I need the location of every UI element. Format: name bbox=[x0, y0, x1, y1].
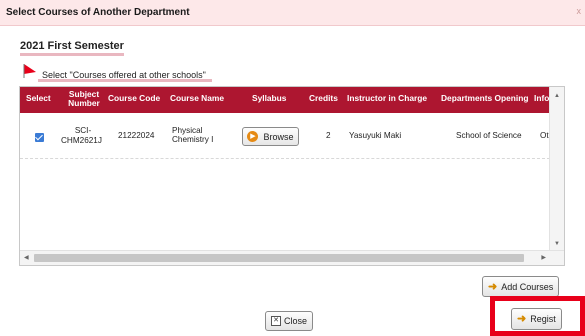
semester-underline-decoration bbox=[20, 53, 124, 56]
department-cell: School of Science bbox=[456, 131, 522, 140]
header-course-name: Course Name bbox=[170, 93, 224, 103]
scroll-down-arrow-icon[interactable]: ▼ bbox=[554, 241, 560, 247]
subject-number-line2: CHM2621J bbox=[61, 136, 102, 145]
semester-heading: 2021 First Semester bbox=[20, 40, 124, 52]
course-name-line2: Chemistry I bbox=[172, 135, 214, 144]
dialog-titlebar: Select Courses of Another Department x bbox=[0, 0, 585, 26]
credits-cell: 2 bbox=[326, 131, 331, 140]
header-credits: Credits bbox=[309, 93, 338, 103]
scroll-left-arrow-icon[interactable]: ◀ bbox=[24, 254, 29, 261]
close-button[interactable]: ✕ Close bbox=[265, 311, 314, 331]
scroll-right-arrow-icon[interactable]: ▶ bbox=[541, 254, 546, 261]
chevron-right-icon: ▶ bbox=[247, 131, 259, 142]
instruction-marker-icon bbox=[23, 64, 36, 78]
dialog-title: Select Courses of Another Department bbox=[6, 7, 190, 18]
vertical-scrollbar[interactable]: ▲ ▼ bbox=[549, 87, 564, 251]
instruction-underline-decoration bbox=[38, 79, 212, 82]
dialog-close-icon[interactable]: x bbox=[577, 6, 582, 16]
close-box-icon: ✕ bbox=[271, 316, 281, 326]
browse-label: Browse bbox=[263, 131, 294, 142]
courses-table: Select Subject Number Course Code Course… bbox=[19, 86, 565, 266]
scroll-up-arrow-icon[interactable]: ▲ bbox=[554, 93, 560, 99]
instruction-line: Select "Courses offered at other schools… bbox=[22, 62, 206, 80]
course-code-cell: 21222024 bbox=[118, 131, 155, 140]
select-checkbox[interactable] bbox=[35, 133, 44, 142]
horizontal-scrollbar[interactable]: ◀ ▶ bbox=[20, 250, 564, 265]
add-courses-label: Add Courses bbox=[501, 281, 554, 292]
header-departments: Departments Opening bbox=[441, 93, 529, 103]
header-subject-number: Subject Number bbox=[68, 89, 100, 108]
add-courses-button[interactable]: ➜ Add Courses bbox=[482, 276, 560, 297]
subject-number-line1: SCI- bbox=[74, 126, 92, 135]
arrow-right-icon: ➜ bbox=[488, 280, 498, 293]
header-select: Select bbox=[26, 93, 51, 103]
header-instructor: Instructor in Charge bbox=[347, 93, 428, 103]
horizontal-scroll-thumb[interactable] bbox=[34, 254, 524, 262]
course-name-line1: Physical bbox=[172, 126, 203, 135]
table-header: Select Subject Number Course Code Course… bbox=[20, 87, 564, 113]
header-info: Info bbox=[534, 93, 550, 103]
header-course-code: Course Code bbox=[108, 93, 161, 103]
table-row: SCI- CHM2621J 21222024 Physical Chemistr… bbox=[20, 113, 553, 159]
close-label: Close bbox=[284, 316, 308, 326]
browse-syllabus-button[interactable]: ▶ Browse bbox=[242, 127, 299, 146]
regist-highlight-frame bbox=[490, 296, 585, 336]
instructor-cell: Yasuyuki Maki bbox=[349, 131, 402, 140]
header-syllabus: Syllabus bbox=[252, 93, 287, 103]
